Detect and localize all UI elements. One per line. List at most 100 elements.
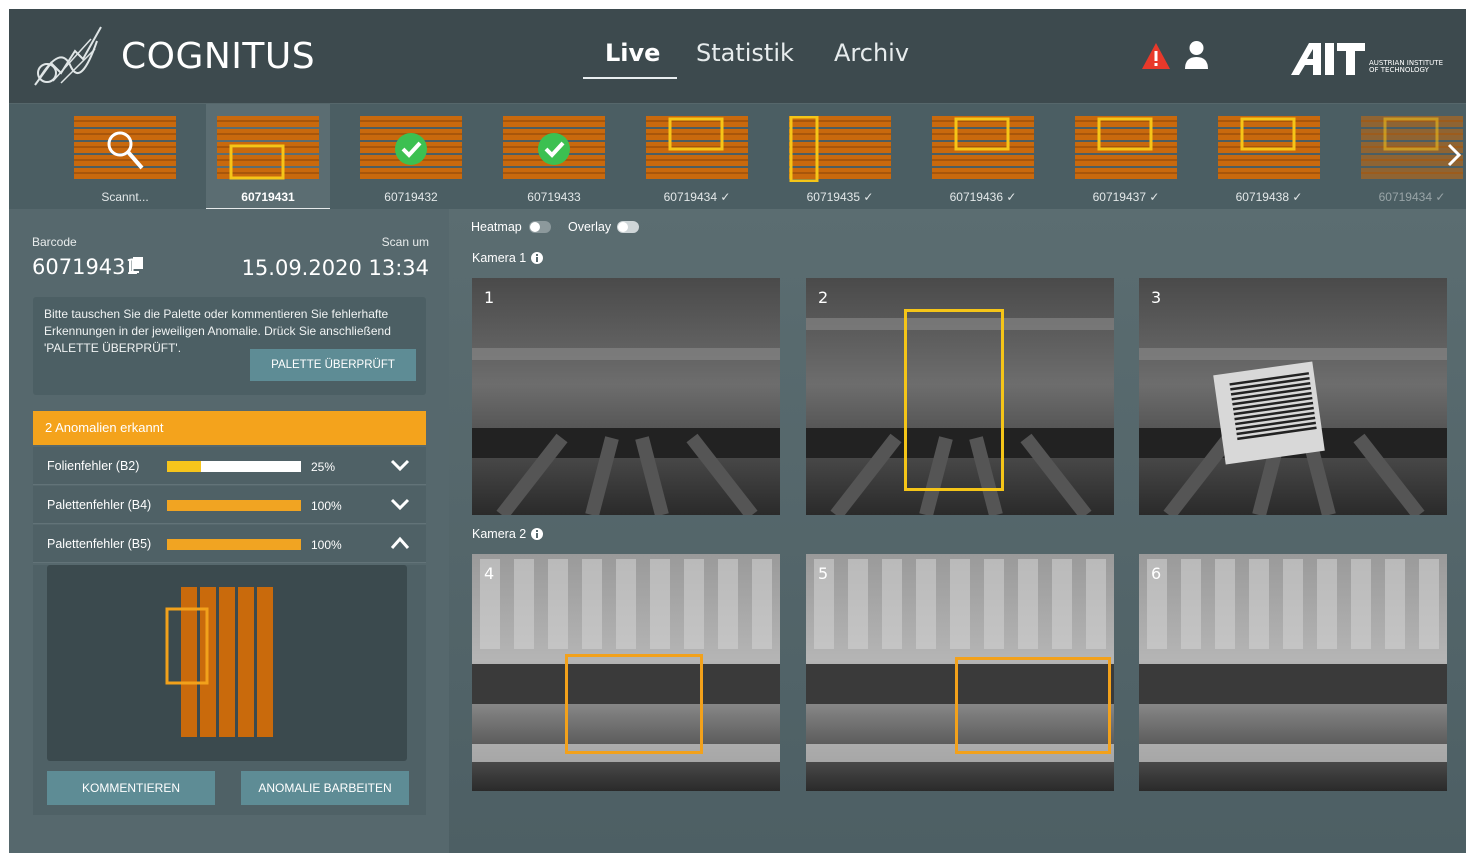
heatmap-label: Heatmap	[471, 220, 522, 234]
camera-panel: Heatmap Overlay Kamera 1 Kamera 2 1 2 3	[449, 209, 1466, 853]
pallet-thumbnail[interactable]: 60719434 ✓	[635, 104, 759, 210]
pallet-thumbnail-image	[932, 116, 1034, 179]
camera-image-number: 4	[484, 564, 495, 583]
pallet-thumbnail-image	[360, 116, 462, 179]
pallet-thumbnail-image	[646, 116, 748, 179]
chevron-right-icon[interactable]	[1446, 142, 1462, 168]
pallet-details-panel: Barcode Scan um 60719431 15.09.2020 13:3…	[9, 209, 449, 853]
pallet-thumbnail[interactable]: 60719432	[349, 104, 473, 210]
chevron-up-icon[interactable]	[390, 536, 410, 550]
pallet-thumbnail-label: Scannt...	[101, 190, 149, 204]
camera-image[interactable]: 2	[806, 278, 1114, 515]
overlay-toggle[interactable]	[617, 221, 639, 233]
edit-anomaly-button[interactable]: ANOMALIE BARBEITEN	[241, 771, 409, 805]
active-tab-indicator	[583, 77, 677, 79]
anomaly-percentage: 100%	[311, 538, 342, 552]
instruction-box: Bitte tauschen Sie die Palette oder komm…	[33, 297, 426, 395]
tab-archiv[interactable]: Archiv	[834, 39, 909, 67]
anomaly-percentage: 25%	[311, 460, 336, 474]
pallet-thumbnail[interactable]: 60719437 ✓	[1064, 104, 1188, 210]
pallet-thumbnail[interactable]: 60719431	[206, 104, 330, 210]
camera-image[interactable]: 6	[1139, 554, 1447, 791]
camera-image[interactable]: 4	[472, 554, 780, 791]
anomaly-row[interactable]: Palettenfehler (B4) 100%	[33, 486, 426, 524]
barcode-label: Barcode	[32, 235, 77, 249]
top-bar: COGNITUS Live Statistik Archiv AUSTRIAN …	[9, 9, 1466, 103]
heatmap-toggle[interactable]	[529, 221, 551, 233]
camera-1-label: Kamera 1	[472, 251, 527, 265]
pallet-thumbnail-label: 60719434 ✓	[1378, 190, 1446, 204]
anomaly-detail-panel: KOMMENTIEREN ANOMALIE BARBEITEN	[33, 565, 426, 815]
camera-photo	[1139, 554, 1447, 791]
scan-time-value: 15.09.2020 13:34	[241, 256, 429, 280]
overlay-label: Overlay	[568, 220, 612, 234]
anomaly-overlay-box[interactable]	[904, 309, 1004, 491]
pallet-thumbnail-label: 60719435 ✓	[806, 190, 874, 204]
anomaly-overlay-box[interactable]	[955, 657, 1111, 754]
app-window: COGNITUS Live Statistik Archiv AUSTRIAN …	[9, 9, 1466, 853]
pallet-thumbnail-image	[74, 116, 176, 179]
ait-logo-subtitle: AUSTRIAN INSTITUTE OF TECHNOLOGY	[1369, 59, 1443, 74]
tab-live[interactable]: Live	[605, 39, 660, 67]
pallet-thumbnail-label: 60719433	[527, 190, 581, 204]
anomaly-confidence-bar	[167, 461, 301, 472]
camera-image[interactable]: 5	[806, 554, 1114, 791]
anomaly-confidence-fill	[167, 461, 201, 472]
pallet-thumbnail-label: 60719437 ✓	[1092, 190, 1160, 204]
anomaly-percentage: 100%	[311, 499, 342, 513]
scan-time-label: Scan um	[381, 235, 429, 249]
camera-2-label: Kamera 2	[472, 527, 527, 541]
pallet-thumbnail-label: 60719438 ✓	[1235, 190, 1303, 204]
barcode-value: 60719431	[32, 255, 139, 279]
anomaly-name: Folienfehler (B2)	[47, 459, 140, 473]
pallet-thumbnail[interactable]: 60719433	[492, 104, 616, 210]
anomalies-header: 2 Anomalien erkannt	[33, 411, 426, 445]
pallet-thumbnail-image	[503, 116, 605, 179]
camera-photo	[1139, 278, 1447, 515]
user-icon[interactable]	[1184, 40, 1209, 70]
anomaly-overlay-box[interactable]	[565, 654, 703, 754]
copy-icon[interactable]	[129, 257, 144, 273]
anomaly-name: Palettenfehler (B5)	[47, 537, 152, 551]
anomaly-row[interactable]: Palettenfehler (B5) 100%	[33, 525, 426, 563]
pallet-history-strip: Scannt... 60719431 60719432 60719433 6071943…	[9, 103, 1466, 210]
pallet-thumbnail-label: 60719431	[241, 190, 295, 204]
cognitus-logo-icon	[34, 26, 102, 86]
pallet-thumbnail-image	[1218, 116, 1320, 179]
anomaly-confidence-fill	[167, 500, 301, 511]
info-icon[interactable]	[531, 252, 543, 264]
camera-photo	[472, 278, 780, 515]
pallet-thumbnail-image	[789, 116, 891, 182]
pallet-thumbnail[interactable]: 60719435 ✓	[778, 104, 902, 210]
camera-image-number: 1	[484, 288, 495, 307]
anomaly-confidence-fill	[167, 539, 301, 550]
chevron-down-icon[interactable]	[390, 497, 410, 511]
anomaly-confidence-bar	[167, 539, 301, 550]
pallet-thumbnail-image	[217, 116, 319, 180]
pallet-thumbnail[interactable]: 60719436 ✓	[921, 104, 1045, 210]
alert-warning-icon[interactable]	[1141, 42, 1171, 70]
app-brand-title: COGNITUS	[121, 36, 316, 77]
pallet-schematic	[47, 565, 407, 761]
pallet-thumbnail-label: 60719432	[384, 190, 438, 204]
pallet-checked-button[interactable]: PALETTE ÜBERPRÜFT	[250, 349, 416, 381]
comment-button[interactable]: KOMMENTIEREN	[47, 771, 215, 805]
pallet-thumbnail-label: 60719434 ✓	[663, 190, 731, 204]
pallet-thumbnail[interactable]: Scannt...	[63, 104, 187, 210]
camera-image-number: 6	[1151, 564, 1162, 583]
chevron-down-icon[interactable]	[390, 458, 410, 472]
anomaly-row[interactable]: Folienfehler (B2) 25%	[33, 447, 426, 485]
anomaly-confidence-bar	[167, 500, 301, 511]
pallet-thumbnail-label: 60719436 ✓	[949, 190, 1017, 204]
pallet-thumbnail[interactable]: 60719438 ✓	[1207, 104, 1331, 210]
anomaly-name: Palettenfehler (B4)	[47, 498, 152, 512]
camera-image-number: 3	[1151, 288, 1162, 307]
tab-statistik[interactable]: Statistik	[696, 39, 794, 67]
camera-image[interactable]: 3	[1139, 278, 1447, 515]
camera-image-number: 2	[818, 288, 829, 307]
pallet-thumbnail-image	[1075, 116, 1177, 179]
camera-image[interactable]: 1	[472, 278, 780, 515]
pallet-schematic-drawing	[165, 587, 273, 737]
info-icon[interactable]	[531, 528, 543, 540]
camera-image-number: 5	[818, 564, 829, 583]
